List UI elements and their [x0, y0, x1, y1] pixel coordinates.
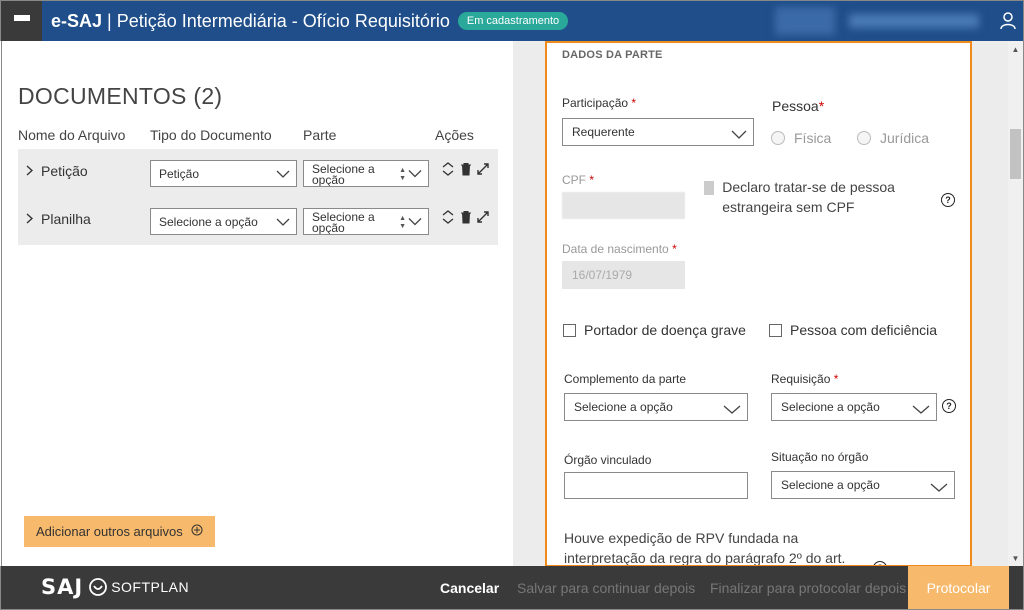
cancel-button[interactable]: Cancelar: [440, 566, 499, 609]
status-badge: Em cadastramento: [457, 12, 569, 30]
spinner-arrows-icon: ▲ ▼: [399, 215, 406, 230]
requisition-label: Requisição *: [771, 372, 839, 386]
participation-value: Requerente: [572, 125, 635, 139]
file-name: Planilha: [41, 211, 91, 227]
rpv-question: Houve expedição de RPV fundada na interp…: [564, 530, 846, 566]
blurred-user-name: [849, 14, 979, 28]
hamburger-icon: [13, 15, 30, 27]
user-icon[interactable]: [993, 1, 1023, 41]
chevron-down-icon: [731, 128, 747, 142]
softplan-brand: SOFTPLAN: [89, 578, 189, 596]
trash-icon[interactable]: [460, 210, 472, 229]
chevron-down-icon: [408, 216, 422, 227]
scroll-down-icon[interactable]: ▼: [1008, 550, 1023, 566]
chevron-down-icon: [276, 215, 290, 229]
row-actions: [440, 161, 490, 182]
help-icon[interactable]: ?: [941, 193, 955, 207]
birthdate-label: Data de nascimento *: [562, 242, 677, 256]
foreign-person-checkbox[interactable]: Declaro tratar-se de pessoa estrangeira …: [704, 177, 934, 217]
requisition-value: Selecione a opção: [781, 400, 880, 414]
linked-organ-input[interactable]: [564, 472, 748, 499]
cpf-field[interactable]: [562, 192, 685, 219]
menu-button[interactable]: [1, 1, 42, 41]
col-header-actions: Ações: [435, 127, 474, 143]
part-value: Selecione a opção: [312, 210, 375, 235]
col-header-type: Tipo do Documento: [150, 127, 272, 143]
party-data-form: DADOS DA PARTE Participação * Requerente…: [545, 41, 972, 567]
organ-status-label: Situação no órgão: [771, 450, 869, 464]
serious-illness-checkbox[interactable]: Portador de doença grave: [563, 322, 746, 338]
scrollbar[interactable]: ▲ ▼: [1008, 41, 1024, 566]
documents-title: DOCUMENTOS (2): [18, 83, 223, 109]
part-select[interactable]: Selecione a opção ▲ ▼: [303, 208, 429, 235]
chevron-right-icon: [26, 163, 34, 179]
expand-row-button[interactable]: Planilha: [26, 211, 91, 227]
participation-label: Participação *: [562, 96, 637, 110]
complement-select[interactable]: Selecione a opção: [564, 393, 748, 421]
participation-select[interactable]: Requerente: [562, 118, 754, 146]
reorder-icon[interactable]: [440, 161, 456, 182]
petition-title: Petição Intermediária - Ofício Requisitó…: [116, 10, 450, 31]
doc-type-select[interactable]: Selecione a opção: [150, 208, 297, 235]
file-name: Petição: [41, 163, 88, 179]
expand-row-button[interactable]: Petição: [26, 163, 88, 179]
plus-circle-icon: [191, 524, 203, 539]
chevron-down-icon: [930, 481, 948, 495]
col-header-name: Nome do Arquivo: [18, 127, 126, 143]
col-header-part: Parte: [303, 127, 337, 143]
saj-logo-text: SAJ: [41, 575, 84, 599]
table-row: Planilha Selecione a opção Selecione a o…: [18, 197, 498, 245]
chevron-down-icon: [723, 403, 741, 417]
page-title: e-SAJ | Petição Intermediária - Ofício R…: [51, 10, 450, 31]
complement-value: Selecione a opção: [574, 400, 673, 414]
chevron-down-icon: [408, 168, 422, 179]
expand-icon[interactable]: [476, 210, 490, 229]
spinner-arrows-icon: ▲ ▼: [399, 167, 406, 182]
user-area: [775, 1, 1023, 41]
doc-type-value: Petição: [159, 166, 200, 181]
organ-status-value: Selecione a opção: [781, 478, 880, 492]
add-files-label: Adicionar outros arquivos: [36, 524, 183, 539]
footer-bar: SAJ SOFTPLAN Cancelar Salvar para contin…: [0, 566, 1024, 610]
blurred-user-badge: [775, 7, 835, 35]
chevron-down-icon: [276, 167, 290, 181]
finish-later-button[interactable]: Finalizar para protocolar depois: [710, 566, 906, 609]
softplan-icon: [89, 578, 108, 596]
part-value: Selecione a opção: [312, 162, 375, 187]
linked-organ-label: Órgão vinculado: [564, 453, 652, 467]
documents-panel: DOCUMENTOS (2) Nome do Arquivo Tipo do D…: [1, 41, 513, 566]
requisition-select[interactable]: Selecione a opção: [771, 393, 937, 421]
table-row: Petição Petição Selecione a opção ▲ ▼: [18, 149, 498, 197]
app-header: e-SAJ | Petição Intermediária - Ofício R…: [0, 0, 1024, 41]
add-files-button[interactable]: Adicionar outros arquivos: [24, 516, 215, 547]
expand-icon[interactable]: [476, 162, 490, 181]
save-draft-button[interactable]: Salvar para continuar depois: [517, 566, 695, 609]
softplan-logo: SAJ SOFTPLAN: [41, 575, 189, 599]
disability-checkbox[interactable]: Pessoa com deficiência: [769, 322, 937, 338]
trash-icon[interactable]: [460, 162, 472, 181]
section-title: DADOS DA PARTE: [562, 49, 663, 61]
chevron-right-icon: [26, 211, 34, 227]
cpf-label: CPF *: [562, 173, 595, 187]
radio-juridica[interactable]: Jurídica: [857, 130, 929, 146]
documents-table: Petição Petição Selecione a opção ▲ ▼ Pl…: [18, 149, 498, 245]
protocol-button[interactable]: Protocolar: [908, 566, 1009, 609]
reorder-icon[interactable]: [440, 209, 456, 230]
row-actions: [440, 209, 490, 230]
person-label: Pessoa*: [772, 98, 825, 114]
scroll-up-icon[interactable]: ▲: [1008, 41, 1023, 57]
complement-label: Complemento da parte: [564, 372, 687, 386]
radio-fisica[interactable]: Física: [771, 130, 831, 146]
part-select[interactable]: Selecione a opção ▲ ▼: [303, 160, 429, 187]
birthdate-field[interactable]: 16/07/1979: [562, 261, 685, 289]
app-name: e-SAJ: [51, 10, 103, 31]
scroll-thumb[interactable]: [1010, 129, 1021, 179]
organ-status-select[interactable]: Selecione a opção: [771, 471, 955, 499]
chevron-down-icon: [912, 403, 930, 417]
doc-type-value: Selecione a opção: [159, 214, 258, 229]
doc-type-select[interactable]: Petição: [150, 160, 297, 187]
help-icon[interactable]: ?: [942, 399, 956, 413]
